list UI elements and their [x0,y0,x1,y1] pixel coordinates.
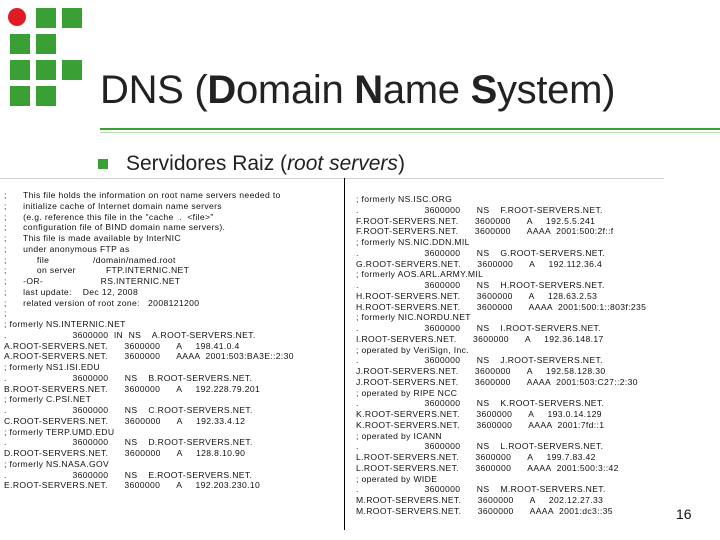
zone-file-line: D.ROOT-SERVERS.NET. 3600000 A 128.8.10.9… [4,448,246,458]
zone-file-line: F.ROOT-SERVERS.NET. 3600000 A 192.5.5.24… [356,215,596,226]
zone-file-line: ; formerly NS.NASA.GOV [4,458,110,469]
zone-file-line: . 3600000 NS I.ROOT-SERVERS.NET. [356,323,601,333]
logo-square [62,60,82,80]
zone-file-line: ; under anonymous FTP as [4,243,130,254]
zone-file-line: ; This file holds the information on roo… [4,190,281,200]
logo-red-dot [8,8,26,26]
logo-square [36,86,56,106]
zone-file-line: B.ROOT-SERVERS.NET. 3600000 A 192.228.79… [4,383,261,394]
zone-file-line: K.ROOT-SERVERS.NET. 3600000 AAAA 2001:7f… [356,419,605,430]
zone-file-line: . 3600000 NS L.ROOT-SERVERS.NET. [356,441,604,452]
zone-file-line: I.ROOT-SERVERS.NET. 3600000 A 192.36.148… [356,333,604,344]
zone-file-line: ; formerly TERP.UMD.EDU [4,426,115,437]
listing-frame-top [0,178,664,179]
zone-file-line: ; This file is made available by InterNI… [4,233,181,243]
page-number: 16 [676,506,692,522]
zone-file-line: ; related version of root zone: 20081212… [4,297,200,308]
bullet-text: Servidores Raiz (root servers) [126,152,405,176]
bullet-square-icon [98,159,108,169]
logo-square [10,60,30,80]
zone-file-line: M.ROOT-SERVERS.NET. 3600000 AAAA 2001:dc… [356,505,613,516]
zone-file-line: H.ROOT-SERVERS.NET. 3600000 AAAA 2001:50… [356,301,647,312]
zone-file-line: ; formerly C.PSI.NET [4,394,92,405]
zone-file-line: ; formerly NS.ISC.ORG [356,194,453,204]
zone-file-line: ; formerly NS.INTERNIC.NET [4,319,126,329]
zone-file-line: C.ROOT-SERVERS.NET. 3600000 A 192.33.4.1… [4,415,246,426]
bullet-item: Servidores Raiz (root servers) [98,152,405,176]
logo-square [36,60,56,80]
root-hints-left-column: ; This file holds the information on roo… [4,190,344,491]
logo-square [36,8,56,28]
zone-file-line: E.ROOT-SERVERS.NET. 3600000 A 192.203.23… [4,480,261,491]
bullet-text-italic: root servers [287,152,398,175]
logo-square [10,86,30,106]
zone-file-line: ; operated by RIPE NCC [356,387,458,398]
zone-file-line: ; last update: Dec 12, 2008 [4,286,139,297]
zone-file-line: ; operated by VeriSign, Inc. [356,344,469,355]
zone-file-line: ; (e.g. reference this file in the "cach… [4,211,214,222]
zone-file-line: H.ROOT-SERVERS.NET. 3600000 A 128.63.2.5… [356,290,598,301]
zone-file-line: ; on server FTP.INTERNIC.NET [4,265,190,276]
zone-file-line: . 3600000 NS K.ROOT-SERVERS.NET. [356,398,605,409]
slide-title-part: N [354,68,383,112]
bullet-text-before: Servidores Raiz ( [126,152,288,175]
slide-title-part: S [470,68,498,112]
zone-file-line: F.ROOT-SERVERS.NET. 3600000 AAAA 2001:50… [356,226,614,237]
zone-file-line: M.ROOT-SERVERS.NET. 3600000 A 202.12.27.… [356,495,604,505]
root-hints-right-column: ; formerly NS.ISC.ORG. 3600000 NS F.ROOT… [356,194,656,517]
zone-file-line: . 3600000 NS F.ROOT-SERVERS.NET. [356,204,603,215]
institution-logo [0,0,100,130]
zone-file-line: ; operated by WIDE [356,473,438,484]
zone-file-line: ; configuration file of BIND domain name… [4,222,226,233]
slide-title-part: omain [235,68,355,112]
zone-file-line: J.ROOT-SERVERS.NET. 3600000 A 192.58.128… [356,366,606,376]
slide-title-part: ame [382,68,471,112]
bullet-text-after: ) [397,152,405,175]
zone-file-line: ; initialize cache of Internet domain na… [4,200,222,211]
slide-title-part: D [207,68,236,112]
zone-file-line: . 3600000 NS E.ROOT-SERVERS.NET. [4,469,253,480]
zone-file-line: . 3600000 IN NS A.ROOT-SERVERS.NET. [4,329,256,340]
zone-file-line: ; file /domain/named.root [4,254,176,265]
zone-file-line: L.ROOT-SERVERS.NET. 3600000 AAAA 2001:50… [356,462,619,473]
slide-title: DNS (Domain Name System) [100,68,720,113]
zone-file-line: . 3600000 NS D.ROOT-SERVERS.NET. [4,437,253,448]
title-underline-shadow [100,132,720,133]
zone-file-line: ; formerly NIC.NORDU.NET [356,312,471,323]
logo-square [62,8,82,28]
zone-file-line: K.ROOT-SERVERS.NET. 3600000 A 193.0.14.1… [356,409,602,419]
zone-file-line: ; formerly NS1.ISI.EDU [4,362,101,372]
logo-square [36,34,56,54]
zone-file-line: . 3600000 NS H.ROOT-SERVERS.NET. [356,280,605,290]
zone-file-line: ; -OR- RS.INTERNIC.NET [4,276,181,286]
zone-file-line: G.ROOT-SERVERS.NET. 3600000 A 192.112.36… [356,258,603,269]
column-divider [344,178,345,530]
zone-file-line: . 3600000 NS G.ROOT-SERVERS.NET. [356,247,606,258]
logo-square [10,34,30,54]
zone-file-line: L.ROOT-SERVERS.NET. 3600000 A 199.7.83.4… [356,452,596,462]
zone-file-line: . 3600000 NS B.ROOT-SERVERS.NET. [4,372,253,383]
zone-file-line: ; [4,308,7,319]
zone-file-line: . 3600000 NS M.ROOT-SERVERS.NET. [356,484,606,495]
zone-file-line: ; formerly NS.NIC.DDN.MIL [356,237,470,247]
zone-file-line: A.ROOT-SERVERS.NET. 3600000 AAAA 2001:50… [4,351,294,362]
slide-title-part: ystem) [496,68,616,112]
zone-file-line: ; formerly AOS.ARL.ARMY.MIL [356,269,484,280]
zone-file-line: J.ROOT-SERVERS.NET. 3600000 AAAA 2001:50… [356,376,638,387]
zone-file-line: . 3600000 NS J.ROOT-SERVERS.NET. [356,355,603,366]
zone-file-line: . 3600000 NS C.ROOT-SERVERS.NET. [4,405,253,415]
zone-file-line: ; operated by ICANN [356,430,442,441]
zone-file-line: A.ROOT-SERVERS.NET. 3600000 A 198.41.0.4 [4,340,240,351]
slide-title-part: DNS ( [100,68,208,112]
title-underline [100,128,720,130]
